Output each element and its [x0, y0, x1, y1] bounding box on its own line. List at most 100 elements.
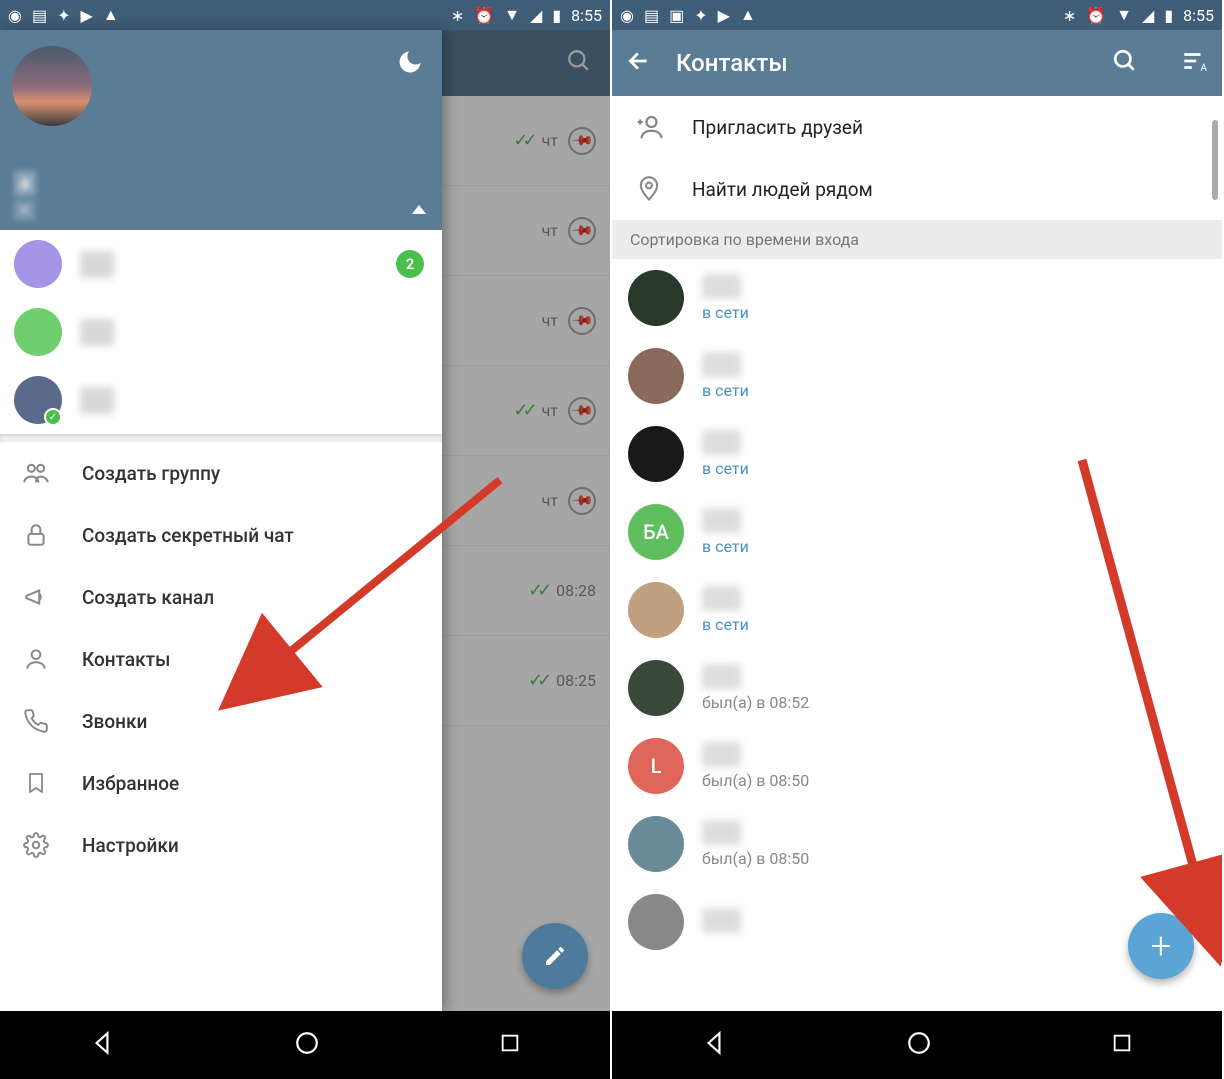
signal-icon: ◢: [530, 6, 542, 25]
compose-fab[interactable]: [522, 923, 588, 989]
divider: [0, 434, 442, 442]
contact-avatar: [628, 270, 684, 326]
compass-icon: ◉: [620, 6, 634, 25]
gear-icon: [22, 831, 50, 859]
menu-label: Создать канал: [82, 586, 214, 609]
back-icon[interactable]: [626, 48, 652, 78]
contact-name: [702, 586, 741, 611]
profile-avatar[interactable]: [12, 46, 92, 126]
contact-status: в сети: [702, 615, 749, 634]
battery-icon: ▮: [552, 6, 561, 25]
status-bar: ◉ ▤ ✦ ▶ ▲ ∗ ⏰ ▼ ◢ ▮ 8:55: [0, 0, 610, 30]
recent-nav-icon[interactable]: [499, 1032, 521, 1058]
recent-nav-icon[interactable]: [1111, 1032, 1133, 1058]
account-row[interactable]: [0, 298, 442, 366]
contact-name: [702, 820, 741, 845]
contact-status: был(а) в 08:50: [702, 849, 809, 868]
message-icon: ▤: [644, 6, 659, 25]
play-icon: ▶: [81, 6, 93, 25]
home-nav-icon[interactable]: [294, 1030, 320, 1060]
phone-left: ◉ ▤ ✦ ▶ ▲ ∗ ⏰ ▼ ◢ ▮ 8:55 ✓✓ чт 📌 чт 📌 чт: [0, 0, 612, 1079]
contact-row[interactable]: в сети: [612, 259, 1222, 337]
action-label: Найти людей рядом: [692, 178, 873, 201]
account-expand-icon[interactable]: [412, 205, 426, 214]
contact-status: в сети: [702, 459, 749, 478]
signal-icon: ◢: [1142, 6, 1154, 25]
android-navbar: [0, 1011, 610, 1079]
contact-avatar: [628, 894, 684, 950]
contacts-topbar: Контакты A: [612, 30, 1222, 96]
find-nearby-row[interactable]: Найти людей рядом: [612, 158, 1222, 220]
clock: 8:55: [571, 6, 602, 25]
account-row[interactable]: 2: [0, 230, 442, 298]
contact-name: [702, 664, 741, 689]
contact-row[interactable]: был(а) в 08:52: [612, 649, 1222, 727]
sort-section-header: Сортировка по времени входа: [612, 220, 1222, 259]
contact-avatar: [628, 660, 684, 716]
contact-row[interactable]: в сети: [612, 571, 1222, 649]
sort-icon[interactable]: A: [1180, 48, 1208, 78]
bookmark-icon: [22, 769, 50, 797]
contact-name: [702, 742, 741, 767]
home-nav-icon[interactable]: [906, 1030, 932, 1060]
account-avatar: [14, 308, 62, 356]
search-icon[interactable]: [1112, 48, 1138, 78]
menu-new-channel[interactable]: Создать канал: [0, 566, 442, 628]
contact-name: [702, 508, 741, 533]
menu-settings[interactable]: Настройки: [0, 814, 442, 876]
account-name: [80, 251, 114, 278]
menu-new-group[interactable]: Создать группу: [0, 442, 442, 504]
status-bar: ◉ ▤ ▣ ✦ ▶ ▲ ∗ ⏰ ▼ ◢ ▮ 8:55: [612, 0, 1222, 30]
contact-status: в сети: [702, 381, 749, 400]
drawer-overlay[interactable]: [442, 30, 610, 1011]
megaphone-icon: [22, 583, 50, 611]
sync-icon: ✦: [694, 6, 707, 25]
menu-secret-chat[interactable]: Создать секретный чат: [0, 504, 442, 566]
sync-icon: ✦: [57, 6, 70, 25]
warning-icon: ▲: [740, 5, 756, 25]
contact-row[interactable]: был(а) в 08:50: [612, 805, 1222, 883]
contact-status: был(а) в 08:50: [702, 771, 809, 790]
drawer-header: a +: [0, 30, 442, 230]
message-icon: ▤: [32, 6, 47, 25]
battery-icon: ▮: [1164, 6, 1173, 25]
android-navbar: [612, 1011, 1222, 1079]
contact-avatar: [628, 348, 684, 404]
account-row[interactable]: ✓: [0, 366, 442, 434]
back-nav-icon[interactable]: [89, 1030, 115, 1060]
contact-name: [702, 908, 741, 933]
contact-status: в сети: [702, 303, 749, 322]
menu-label: Звонки: [82, 710, 147, 733]
contact-row[interactable]: в сети: [612, 337, 1222, 415]
night-mode-icon[interactable]: [396, 48, 424, 83]
menu-contacts[interactable]: Контакты: [0, 628, 442, 690]
add-person-icon: [634, 112, 664, 142]
alarm-icon: ⏰: [474, 6, 494, 25]
menu-calls[interactable]: Звонки: [0, 690, 442, 752]
warning-icon: ▲: [103, 5, 119, 25]
contact-row[interactable]: БА в сети: [612, 493, 1222, 571]
contact-status: был(а) в 08:52: [702, 693, 809, 712]
clock: 8:55: [1183, 6, 1214, 25]
scrollbar[interactable]: [1212, 120, 1218, 200]
bluetooth-icon: ∗: [1063, 6, 1076, 25]
contact-row[interactable]: L был(а) в 08:50: [612, 727, 1222, 805]
compass-icon: ◉: [8, 6, 22, 25]
navigation-drawer: a + 2 ✓ Создать группу Создать секретный…: [0, 30, 442, 1011]
active-check-icon: ✓: [44, 408, 62, 426]
drawer-phone: +: [14, 200, 35, 220]
menu-label: Контакты: [82, 648, 170, 671]
add-contact-fab[interactable]: +: [1128, 913, 1194, 979]
account-name: [80, 387, 114, 414]
menu-label: Настройки: [82, 834, 179, 857]
location-icon: [634, 174, 664, 204]
invite-friends-row[interactable]: Пригласить друзей: [612, 96, 1222, 158]
contact-avatar: БА: [628, 504, 684, 560]
menu-saved[interactable]: Избранное: [0, 752, 442, 814]
account-name: [80, 319, 114, 346]
contact-name: [702, 274, 741, 299]
contact-avatar: [628, 426, 684, 482]
back-nav-icon[interactable]: [701, 1030, 727, 1060]
contact-row[interactable]: в сети: [612, 415, 1222, 493]
lock-icon: [22, 521, 50, 549]
